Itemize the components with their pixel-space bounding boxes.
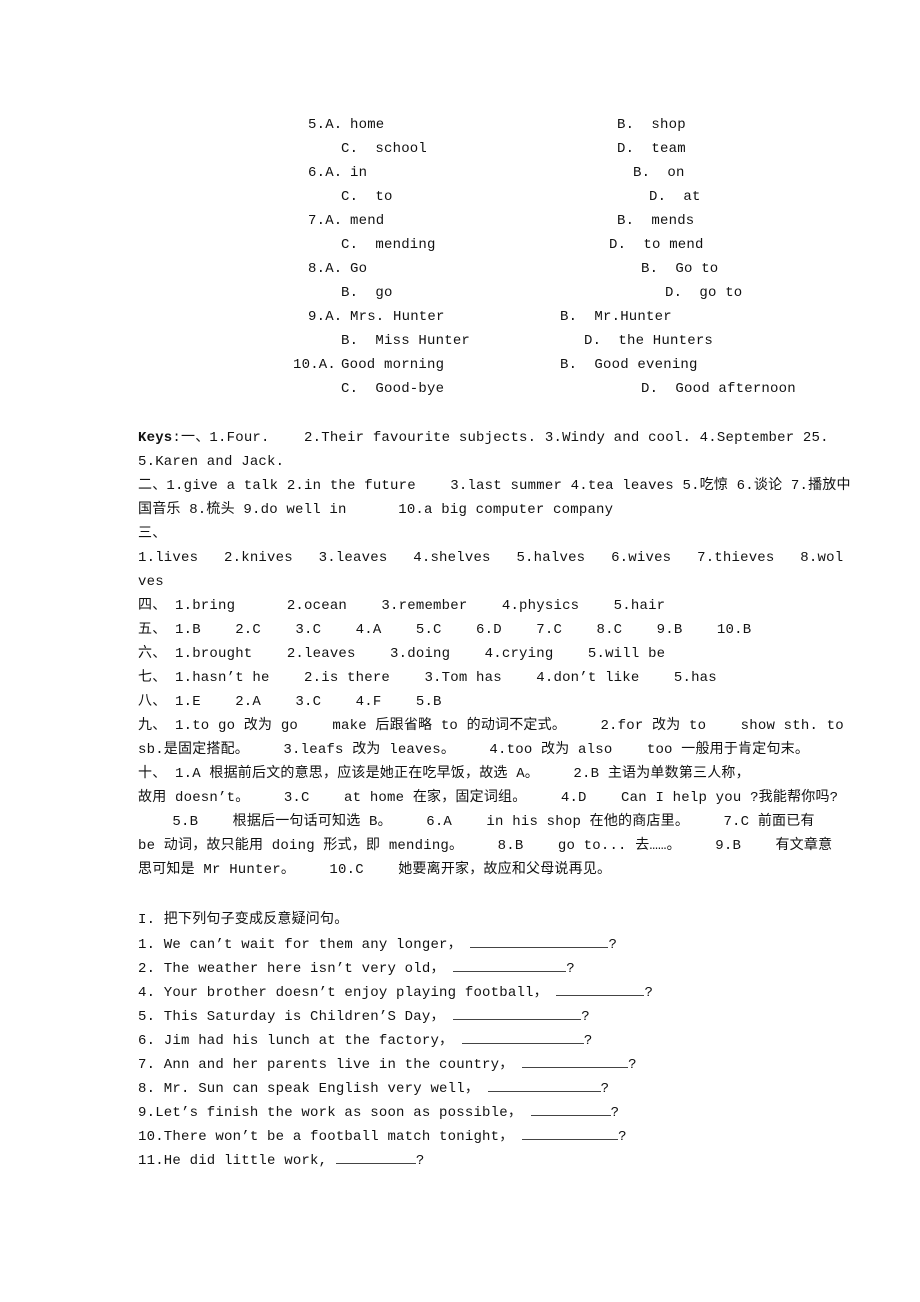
exercise-item-text: 6. Jim had his lunch at the factory， [138, 1033, 454, 1049]
exercise-item: 9.Let’s finish the work as soon as possi… [138, 1103, 619, 1122]
option-8-a: Go [350, 261, 368, 277]
exercise-item-text: 8. Mr. Sun can speak English very well， [138, 1081, 480, 1097]
exercise-item-text: 11.He did little work, [138, 1153, 328, 1169]
keys-line-1: Keys:一、1.Four. 2.Their favourite subject… [138, 429, 829, 447]
option-6-b: B. on [633, 165, 685, 181]
question-mark: ? [600, 1081, 610, 1097]
question-mark: ? [644, 985, 654, 1001]
keys-line-17: 5.B 根据后一句话可知选 B。 6.A in his shop 在他的商店里。… [138, 814, 815, 830]
keys-line-1-text: :一、1.Four. 2.Their favourite subjects. 3… [172, 430, 829, 446]
question-mark: ? [608, 937, 618, 953]
option-5-a: home [350, 117, 385, 133]
option-7-a-num: 7.A. [308, 213, 343, 229]
keys-line-11: 七、 1.hasn’t he 2.is there 3.Tom has 4.do… [138, 670, 717, 686]
question-mark: ? [618, 1129, 627, 1145]
exercise-item: 11.He did little work, ? [138, 1151, 424, 1170]
option-9-a: Mrs. Hunter [350, 309, 445, 325]
exercise-item: 6. Jim had his lunch at the factory， ? [138, 1031, 592, 1050]
option-9-b: B. Mr.Hunter [560, 309, 672, 325]
exercise-item: 5. This Saturday is Children’S Day， ? [138, 1007, 590, 1026]
exercise-item: 4. Your brother doesn’t enjoy playing fo… [138, 983, 653, 1002]
keys-line-14: sb.是固定搭配。 3.leafs 改为 leaves。 4.too 改为 al… [138, 742, 810, 758]
exercise-item-text: 2. The weather here isn’t very old， [138, 961, 445, 977]
exercise-item-text: 1. We can’t wait for them any longer， [138, 937, 462, 953]
question-mark: ? [415, 1153, 425, 1169]
exercise-item-text: 10.There won’t be a football match tonig… [138, 1129, 514, 1145]
option-7-c: C. mending [341, 237, 436, 253]
option-6-a: in [350, 165, 368, 181]
keys-line-13: 九、 1.to go 改为 go make 后跟省略 to 的动词不定式。 2.… [138, 718, 844, 734]
option-7-b: B. mends [617, 213, 695, 229]
question-mark: ? [566, 961, 575, 977]
option-9-a-num: 9.A. [308, 309, 343, 325]
question-mark: ? [610, 1105, 620, 1121]
answer-blank[interactable] [556, 983, 645, 996]
exercise-item-text: 5. This Saturday is Children’S Day， [138, 1009, 445, 1025]
option-5-c: C. school [341, 141, 428, 157]
option-6-d: D. at [649, 189, 701, 205]
option-10-b: B. Good evening [560, 357, 698, 373]
keys-line-4: 国音乐 8.梳头 9.do well in 10.a big computer … [138, 502, 614, 518]
exercise-title: I. 把下列句子变成反意疑问句。 [138, 912, 349, 928]
answer-blank[interactable] [530, 1103, 611, 1116]
answer-blank[interactable] [453, 1007, 582, 1020]
option-7-a: mend [350, 213, 385, 229]
exercise-item-text: 7. Ann and her parents live in the count… [138, 1057, 514, 1073]
exercise-item: 8. Mr. Sun can speak English very well， … [138, 1079, 609, 1098]
answer-blank[interactable] [522, 1055, 629, 1068]
keys-line-16: 故用 doesn’t。 3.C at home 在家，固定词组。 4.D Can… [138, 790, 839, 806]
keys-label: Keys [138, 430, 173, 446]
answer-blank[interactable] [453, 959, 567, 972]
option-5-d: D. team [617, 141, 686, 157]
keys-line-8: 四、 1.bring 2.ocean 3.remember 4.physics … [138, 598, 666, 614]
keys-line-12: 八、 1.E 2.A 3.C 4.F 5.B [138, 694, 442, 710]
option-8-a-num: 8.A. [308, 261, 343, 277]
keys-line-19: 思可知是 Mr Hunter。 10.C 她要离开家，故应和父母说再见。 [138, 862, 612, 878]
answer-blank[interactable] [487, 1079, 601, 1092]
keys-line-18: be 动词，故只能用 doing 形式，即 mending。 8.B go to… [138, 838, 833, 854]
question-mark: ? [583, 1033, 593, 1049]
keys-line-5: 三、 [138, 526, 167, 542]
keys-line-3: 二、1.give a talk 2.in the future 3.last s… [138, 478, 851, 494]
option-5-a-num: 5.A. [308, 117, 343, 133]
answer-blank[interactable] [335, 1151, 416, 1164]
exercise-item: 1. We can’t wait for them any longer， ? [138, 935, 617, 954]
option-9-c: B. Miss Hunter [341, 333, 471, 349]
option-6-c: C. to [341, 189, 393, 205]
exercise-item: 2. The weather here isn’t very old， ? [138, 959, 575, 978]
answer-blank[interactable] [522, 1127, 619, 1140]
question-mark: ? [628, 1057, 637, 1073]
option-10-a-num: 10.A. [293, 357, 337, 373]
answer-blank[interactable] [461, 1031, 584, 1044]
option-8-d: D. go to [665, 285, 743, 301]
option-10-d: D. Good afternoon [641, 381, 796, 397]
keys-line-6: 1.lives 2.knives 3.leaves 4.shelves 5.ha… [138, 550, 844, 566]
option-9-d: D. the Hunters [584, 333, 714, 349]
keys-line-15: 十、 1.A 根据前后文的意思，应该是她正在吃早饭，故选 A。 2.B 主语为单… [138, 766, 750, 782]
option-6-a-num: 6.A. [308, 165, 343, 181]
keys-line-9: 五、 1.B 2.C 3.C 4.A 5.C 6.D 7.C 8.C 9.B 1… [138, 622, 752, 638]
option-5-b: B. shop [617, 117, 686, 133]
exercise-item: 10.There won’t be a football match tonig… [138, 1127, 627, 1146]
keys-line-2: 5.Karen and Jack. [138, 454, 285, 470]
exercise-item-text: 4. Your brother doesn’t enjoy playing fo… [138, 985, 548, 1001]
answer-blank[interactable] [470, 935, 609, 948]
option-8-c: B. go [341, 285, 393, 301]
keys-line-10: 六、 1.brought 2.leaves 3.doing 4.crying 5… [138, 646, 666, 662]
option-7-d: D. to mend [609, 237, 704, 253]
exercise-item-text: 9.Let’s finish the work as soon as possi… [138, 1105, 523, 1121]
question-mark: ? [581, 1009, 590, 1025]
option-10-c: C. Good-bye [341, 381, 445, 397]
keys-line-7: ves [138, 574, 164, 590]
option-10-a: Good morning [341, 357, 445, 373]
exercise-item: 7. Ann and her parents live in the count… [138, 1055, 637, 1074]
option-8-b: B. Go to [641, 261, 719, 277]
